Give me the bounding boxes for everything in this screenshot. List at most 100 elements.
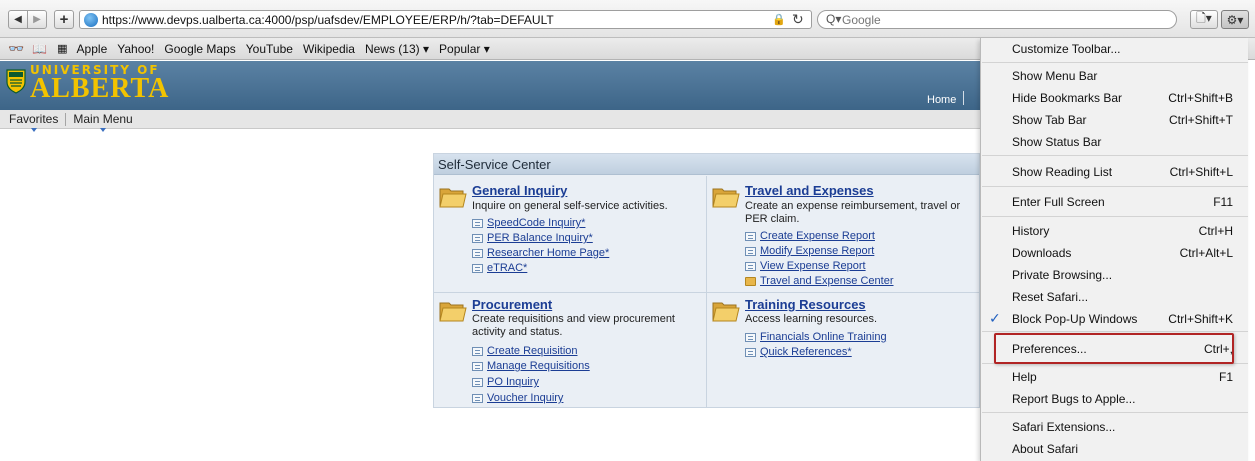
browser-toolbar: ◀ ▶ + https://www.devps.ualberta.ca:4000…	[0, 0, 1255, 38]
document-icon	[472, 377, 483, 387]
menu-item-show-status-bar[interactable]: Show Status Bar	[981, 131, 1249, 153]
main-menu-label: Main Menu	[73, 112, 133, 126]
favorites-menu[interactable]: Favorites	[9, 112, 58, 132]
section-procurement: Procurement Create requisitions and view…	[434, 297, 702, 407]
section-title[interactable]: Procurement	[472, 297, 552, 312]
logo-bottom-text: ALBERTA	[30, 73, 170, 104]
menu-item-reset-safari[interactable]: Reset Safari...	[981, 286, 1249, 308]
menu-item-label: Safari Extensions...	[1012, 420, 1116, 434]
link-label: PO Inquiry	[487, 376, 539, 388]
section-title[interactable]: Travel and Expenses	[745, 183, 874, 198]
link-label: eTRAC*	[487, 262, 528, 274]
home-link[interactable]: Home	[927, 94, 956, 106]
menu-item-about-safari[interactable]: About Safari	[981, 438, 1249, 460]
checkmark-icon: ✓	[989, 310, 1001, 326]
bookmark-news[interactable]: News (13) ▾	[365, 42, 429, 56]
document-icon	[745, 246, 756, 256]
bookmark-wikipedia[interactable]: Wikipedia	[303, 42, 355, 56]
section-title[interactable]: Training Resources	[745, 297, 866, 312]
menu-item-help[interactable]: Help F1	[981, 366, 1249, 388]
lock-icon: 🔒	[772, 14, 786, 26]
menu-item-shortcut: Ctrl+H	[1198, 224, 1233, 238]
menu-item-safari-extensions[interactable]: Safari Extensions...	[981, 416, 1249, 438]
preferences-highlight-box	[994, 333, 1234, 364]
link-quick-references[interactable]: Quick References*	[745, 345, 852, 359]
link-financials-online-training[interactable]: Financials Online Training	[745, 330, 887, 344]
bookmark-yahoo[interactable]: Yahoo!	[117, 42, 154, 56]
address-bar[interactable]: https://www.devps.ualberta.ca:4000/psp/u…	[79, 10, 812, 29]
search-input[interactable]	[842, 11, 1162, 28]
menu-item-block-popups[interactable]: ✓ Block Pop-Up Windows Ctrl+Shift+K	[981, 308, 1249, 330]
menu-separator	[982, 155, 1248, 156]
menu-item-label: About Safari	[1012, 442, 1079, 456]
link-speedcode-inquiry[interactable]: SpeedCode Inquiry*	[472, 216, 585, 230]
back-button[interactable]: ◀	[8, 10, 28, 29]
menu-item-customize-toolbar[interactable]: Customize Toolbar...	[981, 38, 1249, 60]
link-etrac[interactable]: eTRAC*	[472, 261, 527, 275]
document-icon	[472, 346, 483, 356]
link-po-inquiry[interactable]: PO Inquiry	[472, 375, 539, 389]
university-logo[interactable]: UNIVERSITY OF ALBERTA	[6, 64, 170, 104]
caret-down-icon	[100, 128, 107, 132]
bookmarks-book-icon[interactable]: 📖	[32, 42, 47, 56]
add-bookmark-button[interactable]: +	[54, 10, 74, 29]
bookmark-youtube[interactable]: YouTube	[246, 42, 293, 56]
reading-list-icon[interactable]: 👓	[8, 41, 24, 57]
document-icon	[472, 248, 483, 258]
link-label: Manage Requisitions	[487, 360, 590, 372]
link-manage-requisitions[interactable]: Manage Requisitions	[472, 359, 590, 373]
section-description: Inquire on general self-service activiti…	[472, 200, 668, 212]
logo-wordmark: UNIVERSITY OF ALBERTA	[30, 64, 170, 104]
link-voucher-inquiry[interactable]: Voucher Inquiry	[472, 391, 563, 405]
reload-icon[interactable]: ↻	[792, 11, 804, 28]
forward-arrow-icon: ▶	[33, 14, 41, 25]
document-icon	[472, 393, 483, 403]
menu-item-show-tab-bar[interactable]: Show Tab Bar Ctrl+Shift+T	[981, 109, 1249, 131]
document-icon	[472, 361, 483, 371]
menu-item-downloads[interactable]: Downloads Ctrl+Alt+L	[981, 242, 1249, 264]
document-icon	[745, 231, 756, 241]
section-title[interactable]: General Inquiry	[472, 183, 567, 198]
menu-separator	[982, 216, 1248, 217]
forward-button[interactable]: ▶	[27, 10, 47, 29]
page-menu-button[interactable]: 🗋▾	[1190, 10, 1218, 29]
menu-item-enter-full-screen[interactable]: Enter Full Screen F11	[981, 191, 1249, 213]
folder-small-icon	[745, 276, 756, 286]
section-travel-and-expenses: Travel and Expenses Create an expense re…	[707, 183, 975, 288]
main-menu[interactable]: Main Menu	[73, 112, 133, 132]
menu-item-label: Show Tab Bar	[1012, 113, 1087, 127]
menu-item-private-browsing[interactable]: Private Browsing...	[981, 264, 1249, 286]
link-create-requisition[interactable]: Create Requisition	[472, 344, 578, 358]
link-create-expense-report[interactable]: Create Expense Report	[745, 229, 875, 243]
settings-menu-button[interactable]: ⚙▾	[1221, 10, 1249, 29]
link-label: Travel and Expense Center	[760, 275, 894, 287]
menu-item-label: Enter Full Screen	[1012, 195, 1105, 209]
menu-item-label: Customize Toolbar...	[1012, 42, 1121, 56]
search-bar[interactable]: Q▾	[817, 10, 1177, 29]
menu-item-hide-bookmarks-bar[interactable]: Hide Bookmarks Bar Ctrl+Shift+B	[981, 87, 1249, 109]
menu-separator	[982, 186, 1248, 187]
bookmark-google-maps[interactable]: Google Maps	[164, 42, 235, 56]
top-sites-icon[interactable]: ▦	[57, 42, 67, 55]
menu-item-shortcut: F1	[1218, 370, 1233, 384]
link-label: Modify Expense Report	[760, 245, 875, 257]
bookmark-apple[interactable]: Apple	[77, 42, 108, 56]
link-per-balance-inquiry[interactable]: PER Balance Inquiry*	[472, 231, 593, 245]
url-text[interactable]: https://www.devps.ualberta.ca:4000/psp/u…	[102, 13, 554, 27]
menu-item-show-reading-list[interactable]: Show Reading List Ctrl+Shift+L	[981, 161, 1249, 183]
document-icon	[472, 263, 483, 273]
bookmark-popular[interactable]: Popular ▾	[439, 42, 490, 56]
link-label: Create Expense Report	[760, 230, 875, 242]
menu-item-report-bugs[interactable]: Report Bugs to Apple...	[981, 388, 1249, 410]
link-view-expense-report[interactable]: View Expense Report	[745, 259, 866, 273]
search-icon[interactable]: Q▾	[826, 12, 841, 26]
menu-item-label: Hide Bookmarks Bar	[1012, 91, 1123, 105]
link-travel-and-expense-center[interactable]: Travel and Expense Center	[745, 274, 894, 288]
document-icon	[745, 347, 756, 357]
link-researcher-home-page[interactable]: Researcher Home Page*	[472, 246, 609, 260]
link-modify-expense-report[interactable]: Modify Expense Report	[745, 244, 874, 258]
self-service-center-panel: Self-Service Center General Inquiry Inqu…	[433, 153, 980, 408]
menu-item-history[interactable]: History Ctrl+H	[981, 220, 1249, 242]
back-arrow-icon: ◀	[14, 14, 22, 25]
menu-item-show-menu-bar[interactable]: Show Menu Bar	[981, 65, 1249, 87]
